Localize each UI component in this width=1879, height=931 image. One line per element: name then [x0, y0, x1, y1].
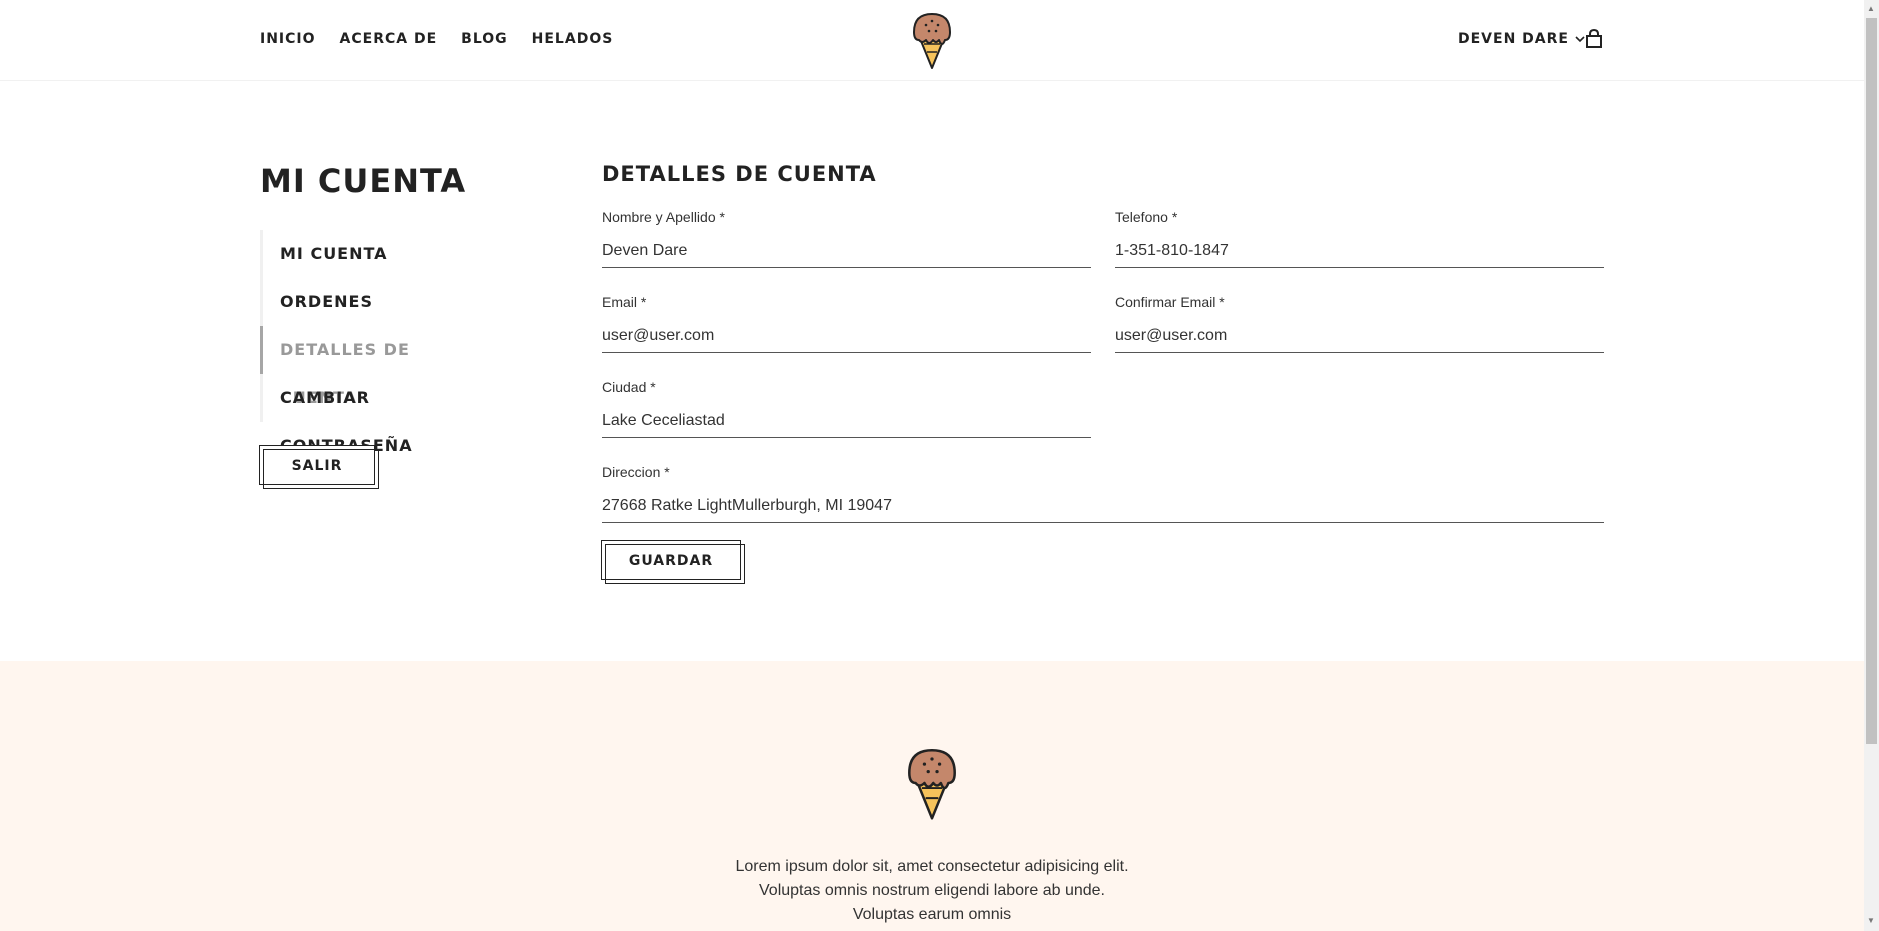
nav-acerca-de[interactable]: ACERCA DE: [340, 31, 438, 47]
menu-item-ordenes[interactable]: ORDENES: [263, 278, 493, 326]
nav-inicio[interactable]: INICIO: [260, 31, 316, 47]
email-label: Email *: [602, 294, 647, 310]
menu-item-cambiar-contrasena[interactable]: CAMBIAR CONTRASEÑA: [263, 374, 493, 455]
confirm-email-field-group: Confirmar Email *: [1115, 294, 1604, 353]
site-footer: Lorem ipsum dolor sit, amet consectetur …: [0, 661, 1864, 931]
phone-input[interactable]: [1115, 241, 1604, 268]
confirm-email-input[interactable]: [1115, 326, 1604, 353]
nav-helados[interactable]: HELADOS: [532, 31, 614, 47]
footer-description: Lorem ipsum dolor sit, amet consectetur …: [735, 858, 1129, 923]
scroll-up-arrow-icon[interactable]: ▲: [1867, 4, 1875, 13]
email-field-group: Email *: [602, 294, 1091, 353]
city-label: Ciudad *: [602, 379, 656, 395]
site-header: INICIO ACERCA DE BLOG HELADOS DEVEN DARE: [0, 0, 1864, 81]
name-label: Nombre y Apellido *: [602, 209, 725, 225]
user-name: DEVEN DARE: [1458, 31, 1569, 47]
page-title: MI CUENTA: [260, 162, 467, 200]
address-field-group: Direccion *: [602, 464, 1604, 523]
address-input[interactable]: [602, 496, 1604, 523]
menu-item-mi-cuenta[interactable]: MI CUENTA: [263, 230, 493, 278]
city-input[interactable]: [602, 411, 1091, 438]
phone-label: Telefono *: [1115, 209, 1178, 225]
nav-blog[interactable]: BLOG: [461, 31, 508, 47]
user-menu[interactable]: DEVEN DARE: [1458, 31, 1585, 47]
city-field-group: Ciudad *: [602, 379, 1091, 438]
scroll-down-arrow-icon[interactable]: ▼: [1867, 916, 1875, 925]
ice-cream-cone-icon[interactable]: [909, 10, 955, 70]
chevron-down-icon: [1575, 36, 1585, 43]
save-button[interactable]: GUARDAR: [601, 540, 745, 584]
address-label: Direccion *: [602, 464, 670, 480]
account-menu: MI CUENTA ORDENES DETALLES DE CUENTA CAM…: [260, 230, 493, 455]
name-field-group: Nombre y Apellido *: [602, 209, 1091, 268]
name-input[interactable]: [602, 241, 1091, 268]
menu-item-detalles-de-cuenta[interactable]: DETALLES DE CUENTA: [260, 326, 493, 407]
confirm-email-label: Confirmar Email *: [1115, 294, 1225, 310]
section-title: DETALLES DE CUENTA: [602, 162, 877, 186]
phone-field-group: Telefono *: [1115, 209, 1604, 268]
email-input[interactable]: [602, 326, 1091, 353]
logout-button[interactable]: SALIR: [259, 445, 379, 489]
main-nav: INICIO ACERCA DE BLOG HELADOS: [260, 31, 613, 47]
ice-cream-cone-icon: [908, 748, 956, 820]
shopping-bag-icon[interactable]: [1585, 29, 1603, 49]
page-scrollbar[interactable]: ▲ ▼: [1864, 0, 1879, 931]
scrollbar-thumb[interactable]: [1866, 18, 1877, 744]
